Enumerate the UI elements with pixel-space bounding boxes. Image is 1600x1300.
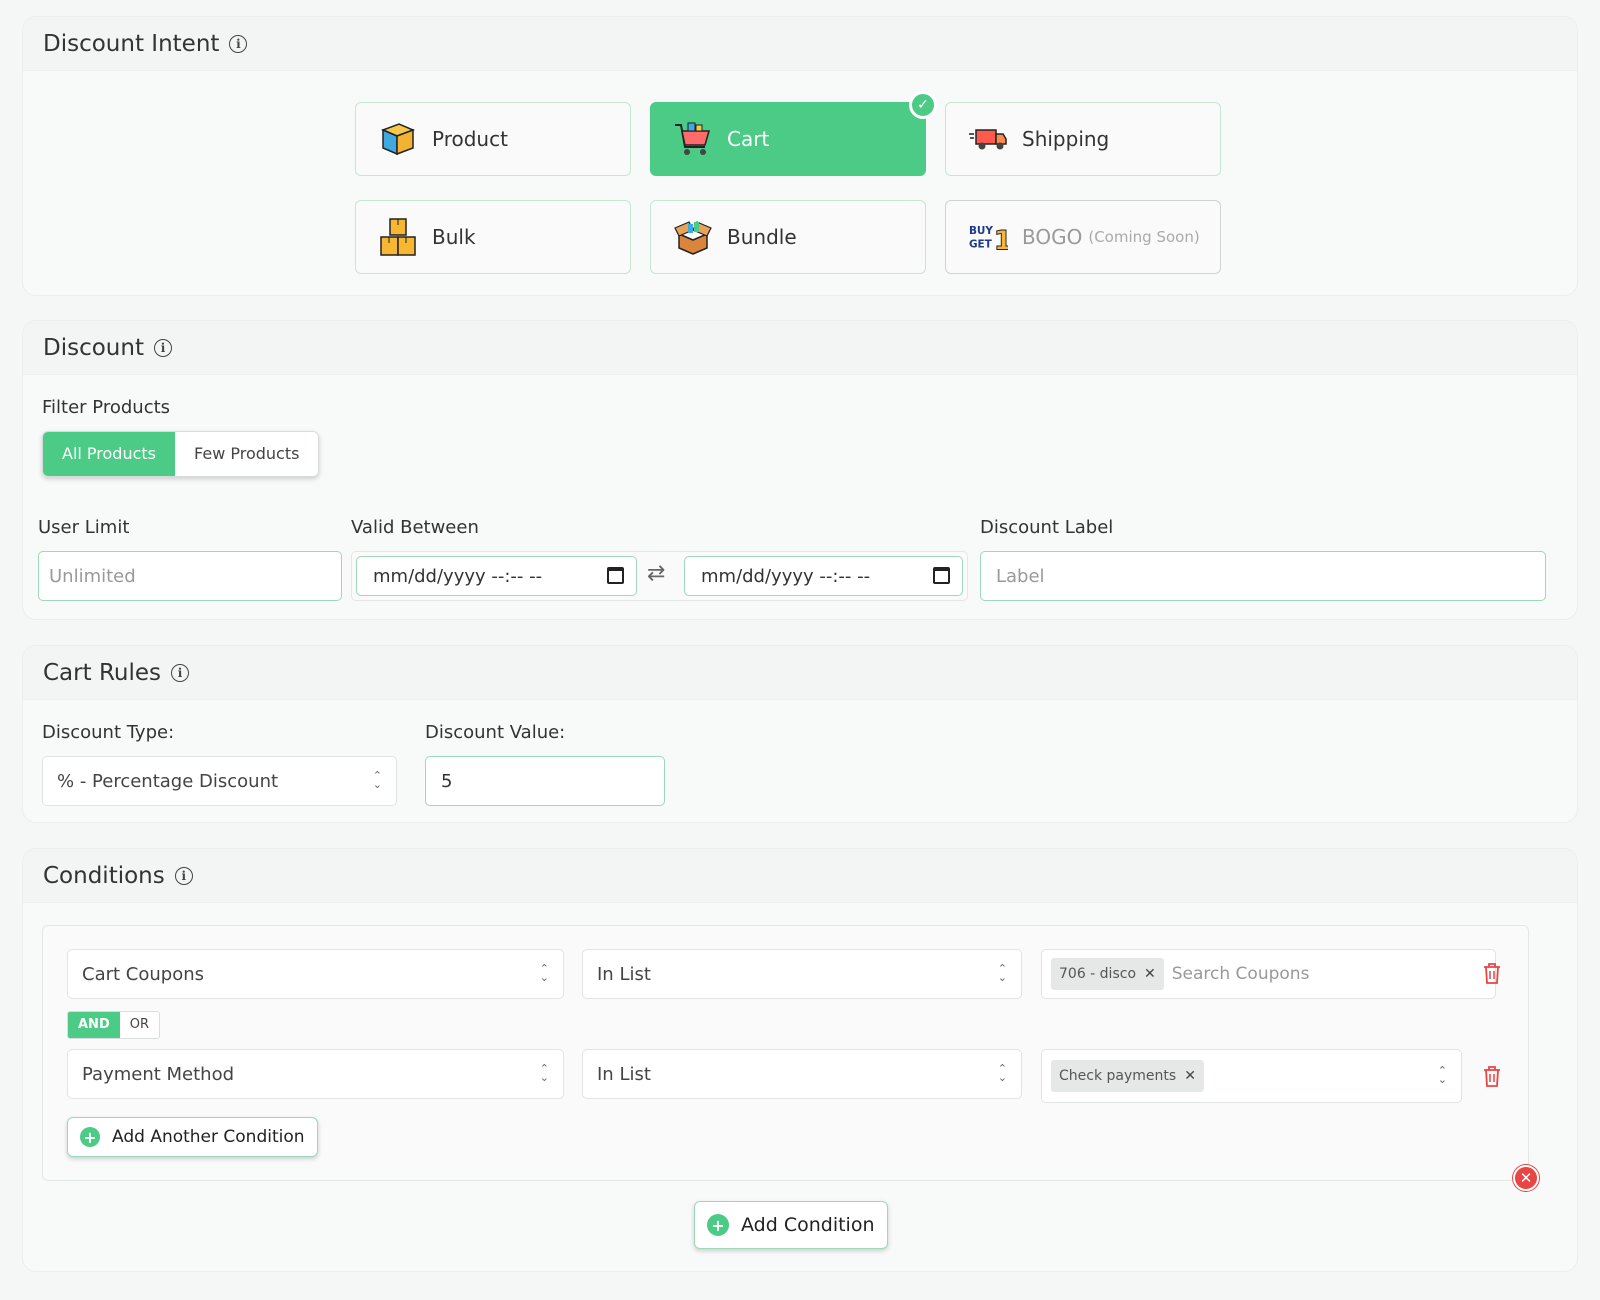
or-option[interactable]: OR [119, 1012, 159, 1038]
add-another-condition-button[interactable]: + Add Another Condition [67, 1117, 318, 1157]
chevron-up-down-icon: ⌃ ⌄ [372, 769, 382, 791]
filter-few-products[interactable]: Few Products [175, 432, 319, 476]
conditions-card: Conditions i Cart Coupons ⌃ ⌄ In List ⌃ ⌄ … [22, 848, 1578, 1272]
cart-rules-header: Cart Rules i [23, 646, 1577, 700]
end-date-value: mm/dd/yyyy --:-- -- [701, 565, 871, 587]
calendar-icon[interactable] [607, 567, 624, 584]
cart-rules-title: Cart Rules [43, 659, 161, 686]
shopping-cart-icon [673, 119, 713, 159]
and-option[interactable]: AND [68, 1012, 120, 1038]
filter-products-label: Filter Products [42, 397, 171, 418]
condition-field-value: Cart Coupons [82, 963, 204, 985]
conditions-header: Conditions i [23, 849, 1577, 903]
coupon-multiselect[interactable]: 706 - disco ✕ Search Coupons [1041, 949, 1496, 999]
end-date-input[interactable]: mm/dd/yyyy --:-- -- [684, 556, 963, 596]
selected-tag: Check payments ✕ [1051, 1060, 1204, 1092]
filter-products-toggle: All Products Few Products [42, 431, 320, 477]
discount-intent-header: Discount Intent i [23, 17, 1577, 71]
trash-icon[interactable] [1481, 961, 1503, 985]
intent-tile-label: BOGO [1022, 225, 1083, 249]
discount-type-label: Discount Type: [42, 722, 175, 743]
intent-tile-product[interactable]: Product [355, 102, 631, 176]
remove-tag-icon[interactable]: ✕ [1144, 958, 1156, 990]
info-icon[interactable]: i [171, 663, 189, 682]
plus-icon: + [707, 1214, 729, 1236]
intent-tile-label: Product [432, 127, 508, 151]
chevron-up-down-icon: ⌃ ⌄ [539, 962, 549, 984]
valid-between-label: Valid Between [351, 517, 479, 538]
discount-type-value: % - Percentage Discount [57, 770, 279, 792]
intent-tile-bulk[interactable]: Bulk [355, 200, 631, 274]
coming-soon-note: (Coming Soon) [1088, 228, 1200, 246]
trash-icon[interactable] [1481, 1064, 1503, 1088]
discount-label-input[interactable]: Label [980, 551, 1546, 601]
tag-label: 706 - disco [1059, 966, 1137, 982]
start-date-input[interactable]: mm/dd/yyyy --:-- -- [356, 556, 637, 596]
chevron-up-down-icon: ⌃ ⌄ [1437, 1064, 1447, 1086]
svg-text:GET: GET [969, 238, 993, 250]
payment-multiselect[interactable]: Check payments ✕ ⌃ ⌄ [1041, 1049, 1462, 1103]
open-box-icon [673, 217, 713, 257]
discount-intent-title: Discount Intent [43, 30, 220, 57]
condition-operator-value: In List [597, 1063, 651, 1085]
add-condition-button[interactable]: + Add Condition [694, 1201, 888, 1249]
info-icon[interactable]: i [174, 866, 193, 885]
buy-get-one-icon: BUYGET1 [968, 217, 1008, 257]
remove-group-icon[interactable]: ✕ [1513, 1165, 1539, 1191]
tag-label: Check payments [1059, 1068, 1177, 1084]
intent-tile-label: Cart [727, 127, 770, 151]
add-another-condition-label: Add Another Condition [112, 1127, 305, 1147]
intent-tile-bundle[interactable]: Bundle [650, 200, 926, 274]
truck-icon [968, 119, 1008, 159]
condition-field-select[interactable]: Payment Method ⌃ ⌄ [67, 1049, 564, 1099]
condition-operator-value: In List [597, 963, 651, 985]
condition-field-value: Payment Method [82, 1063, 235, 1085]
intent-tile-label: Bundle [727, 225, 797, 249]
cart-rules-card: Cart Rules i Discount Type: % - Percenta… [22, 645, 1578, 823]
filter-all-products[interactable]: All Products [43, 432, 176, 476]
chevron-up-down-icon: ⌃ ⌄ [997, 962, 1007, 984]
swap-icon[interactable]: ⇄ [647, 561, 665, 586]
info-icon[interactable]: i [229, 34, 248, 53]
condition-operator-select[interactable]: In List ⌃ ⌄ [582, 949, 1022, 999]
chevron-up-down-icon: ⌃ ⌄ [539, 1062, 549, 1084]
condition-field-select[interactable]: Cart Coupons ⌃ ⌄ [67, 949, 564, 999]
check-icon: ✓ [909, 91, 937, 119]
info-icon[interactable]: i [153, 338, 172, 357]
condition-operator-select[interactable]: In List ⌃ ⌄ [582, 1049, 1022, 1099]
intent-tile-bogo[interactable]: BUYGET1 BOGO (Coming Soon) [945, 200, 1221, 274]
user-limit-input[interactable]: Unlimited [38, 551, 342, 601]
start-date-value: mm/dd/yyyy --:-- -- [373, 565, 543, 587]
and-or-toggle: AND OR [67, 1011, 160, 1039]
remove-tag-icon[interactable]: ✕ [1184, 1060, 1196, 1092]
intent-tile-shipping[interactable]: Shipping [945, 102, 1221, 176]
discount-value-label: Discount Value: [425, 722, 566, 743]
intent-tile-label: Bulk [432, 225, 476, 249]
chevron-up-down-icon: ⌃ ⌄ [997, 1062, 1007, 1084]
svg-text:1: 1 [994, 225, 1008, 253]
conditions-title: Conditions [43, 862, 165, 889]
svg-text:BUY: BUY [969, 225, 993, 237]
plus-icon: + [80, 1127, 100, 1147]
add-condition-label: Add Condition [741, 1214, 875, 1236]
discount-type-select[interactable]: % - Percentage Discount ⌃ ⌄ [42, 756, 397, 806]
user-limit-label: User Limit [38, 517, 130, 538]
discount-value-input[interactable]: 5 [425, 756, 665, 806]
calendar-icon[interactable] [933, 567, 950, 584]
coupon-search-input[interactable]: Search Coupons [1172, 964, 1310, 984]
discount-card: Discount i Filter Products All Products … [22, 320, 1578, 620]
stacked-boxes-icon [378, 217, 418, 257]
intent-tile-cart[interactable]: Cart ✓ [650, 91, 937, 176]
discount-header: Discount i [23, 321, 1577, 375]
discount-intent-card: Discount Intent i Product Cart ✓ Shippin… [22, 16, 1578, 296]
discount-title: Discount [43, 334, 144, 361]
box-icon [378, 119, 418, 159]
discount-label-label: Discount Label [980, 517, 1114, 538]
intent-tile-label: Shipping [1022, 127, 1110, 151]
selected-tag: 706 - disco ✕ [1051, 958, 1164, 990]
